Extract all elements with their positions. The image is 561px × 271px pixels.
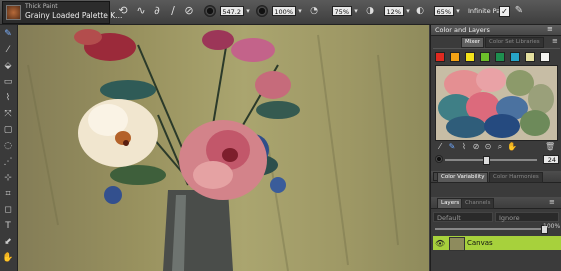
- mixer-brush-size-field[interactable]: 24: [543, 155, 559, 164]
- selection-adjust-icon[interactable]: ⊹: [2, 172, 14, 184]
- resaturation-icon: ◔: [310, 6, 318, 16]
- mixer-menu-icon[interactable]: ≡: [552, 36, 558, 46]
- paint-bucket-tool-icon[interactable]: ⬙: [2, 60, 14, 72]
- mixer-sample-multiple-icon[interactable]: ⊙: [483, 142, 493, 152]
- toolbox: ✎ ⁄ ⬙ ▭ ⌇ ⤧ ▢ ◌ ⋰ ⊹ ⌗ ◻ T ⬋ ✋: [0, 25, 18, 271]
- mixer-paint-blob: [484, 114, 520, 138]
- mixer-paint-blob: [520, 110, 550, 136]
- swatch-dark-green[interactable]: [495, 52, 505, 62]
- jitter-field[interactable]: 65%: [434, 6, 454, 16]
- infinite-paint-checkbox[interactable]: ✓: [499, 6, 510, 17]
- jitter-icon: ◐: [416, 6, 424, 16]
- bleed-field[interactable]: 12%: [384, 6, 404, 16]
- painting-canvas[interactable]: [18, 25, 429, 271]
- property-bar: Thick Paint Grainy Loaded Palette K... ⟲…: [0, 0, 561, 25]
- straight-line-icon[interactable]: ∕: [166, 3, 180, 19]
- resaturation-field[interactable]: 75%: [332, 6, 352, 16]
- crop-tool-icon[interactable]: ⌗: [2, 188, 14, 200]
- stroke-type-icon[interactable]: ∿: [134, 3, 148, 19]
- swatch-green[interactable]: [480, 52, 490, 62]
- jitter-dropdown-icon[interactable]: ▾: [454, 3, 462, 19]
- transform-tool-icon[interactable]: ⤧: [2, 108, 14, 120]
- divider: [433, 48, 560, 49]
- hand-tool-icon[interactable]: ✋: [2, 252, 14, 264]
- mixer-paint-blob: [446, 116, 486, 138]
- tab-layers[interactable]: Layers: [437, 198, 464, 209]
- swatch-red[interactable]: [435, 52, 445, 62]
- mixer-sample-color-icon[interactable]: ⊘: [471, 142, 481, 152]
- panel-title: Color and Layers: [435, 26, 490, 34]
- text-tool-icon[interactable]: T: [2, 220, 14, 232]
- slider-handle[interactable]: [483, 156, 490, 165]
- tab-mixer[interactable]: Mixer: [461, 37, 485, 48]
- mixer-brush-icon[interactable]: ✎: [447, 142, 457, 152]
- tab-channels[interactable]: Channels: [461, 198, 495, 209]
- mixer-brush-size-icon: [435, 155, 443, 163]
- color-layers-header[interactable]: Color and Layers ≡: [431, 25, 561, 36]
- tab-color-set-libraries[interactable]: Color Set Libraries: [485, 37, 544, 48]
- mixer-dropper-icon[interactable]: ⁄: [435, 142, 445, 152]
- brush-category-label: Thick Paint: [25, 3, 58, 10]
- swatch-cream[interactable]: [525, 52, 535, 62]
- magic-wand-icon[interactable]: ⋰: [2, 156, 14, 168]
- brush-thumbnail: [6, 5, 21, 20]
- reset-tool-icon[interactable]: ⟲: [116, 3, 130, 19]
- layer-name: Canvas: [467, 239, 493, 247]
- swatch-cyan[interactable]: [510, 52, 520, 62]
- preserve-select[interactable]: Ignore: [495, 212, 559, 222]
- mixer-clear-icon[interactable]: 🗑: [545, 142, 555, 152]
- eye-icon[interactable]: 👁: [435, 239, 445, 248]
- layer-opacity-value: 100%: [543, 223, 561, 230]
- tab-color-harmonies[interactable]: Color Harmonies: [489, 172, 543, 183]
- mixer-tools: ⁄ ✎ ⌇ ⊘ ⊙ ⌕ ✋ 🗑: [435, 142, 556, 152]
- swatch-yellow[interactable]: [465, 52, 475, 62]
- eraser-tool-icon[interactable]: ▭: [2, 76, 14, 88]
- brush-ghost-icon[interactable]: ⊘: [182, 3, 196, 19]
- opacity-field[interactable]: 100%: [272, 6, 296, 16]
- dropper-tool-icon[interactable]: ⁄: [2, 44, 14, 56]
- mixer-zoom-icon[interactable]: ⌕: [495, 142, 505, 152]
- layers-menu-icon[interactable]: ≡: [549, 197, 555, 207]
- brush-variant-label: Grainy Loaded Palette K...: [25, 11, 123, 20]
- composite-method-select[interactable]: Default: [433, 212, 493, 222]
- resaturation-dropdown-icon[interactable]: ▾: [352, 3, 360, 19]
- bleed-icon: ◑: [366, 6, 374, 16]
- opacity-dropdown-icon[interactable]: ▾: [296, 3, 304, 19]
- pen-tool-icon[interactable]: ⌇: [2, 92, 14, 104]
- lasso-tool-icon[interactable]: ◌: [2, 140, 14, 152]
- size-dab-icon: [204, 5, 216, 17]
- mixer-paint-blob: [476, 68, 506, 92]
- mixer-pad[interactable]: [435, 65, 558, 141]
- shape-tool-icon[interactable]: ◻: [2, 204, 14, 216]
- flower-painting-image: [27, 29, 399, 271]
- brush-selector[interactable]: Thick Paint Grainy Loaded Palette K...: [2, 1, 122, 24]
- panel-menu-icon[interactable]: ≡: [547, 25, 553, 33]
- mixer-palette-knife-icon[interactable]: ⌇: [459, 142, 469, 152]
- rectangle-select-icon[interactable]: ▢: [2, 124, 14, 136]
- opacity-dab-icon: [256, 5, 268, 17]
- layer-opacity-slider[interactable]: [435, 228, 547, 230]
- size-field[interactable]: 547.2: [220, 6, 244, 16]
- brush-tool-icon[interactable]: ✎: [2, 28, 14, 40]
- layer-thumbnail: [449, 237, 465, 251]
- bleed-dropdown-icon[interactable]: ▾: [404, 3, 412, 19]
- brush-options-icon[interactable]: ✎: [512, 3, 526, 19]
- freehand-stroke-icon[interactable]: ∂: [150, 3, 164, 19]
- swatch-orange[interactable]: [450, 52, 460, 62]
- mixer-pan-icon[interactable]: ✋: [507, 142, 517, 152]
- layer-row-canvas[interactable]: 👁 Canvas: [433, 236, 561, 251]
- swatch-white[interactable]: [540, 52, 550, 62]
- tab-color-variability[interactable]: Color Variability: [437, 172, 489, 183]
- mixer-brush-size-slider[interactable]: [445, 159, 537, 161]
- color-layers-panel: Color and Layers ≡ Mixer Color Set Libra…: [430, 25, 561, 271]
- shape-selection-icon[interactable]: ⬋: [2, 236, 14, 248]
- size-dropdown-icon[interactable]: ▾: [244, 3, 252, 19]
